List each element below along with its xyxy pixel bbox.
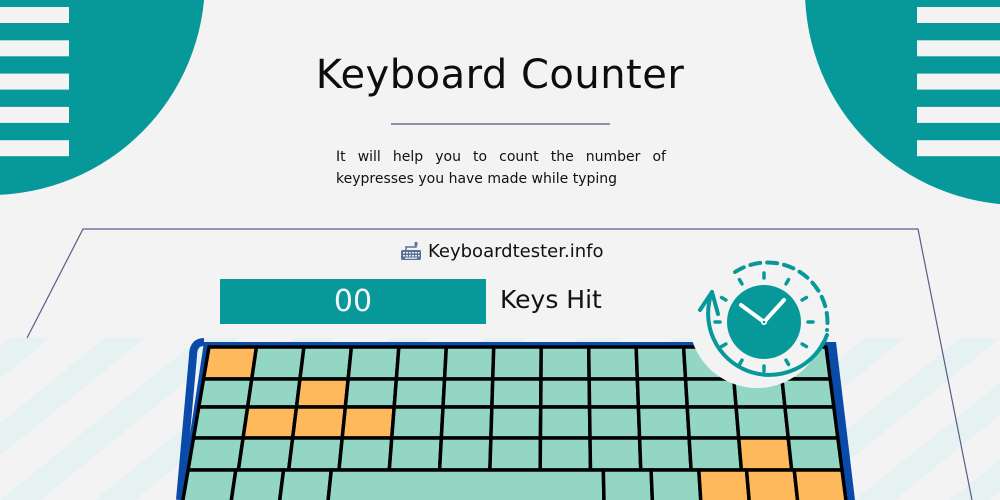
key	[538, 405, 592, 440]
key	[191, 405, 250, 440]
key	[250, 345, 306, 381]
key	[286, 436, 344, 472]
brand[interactable]: Keyboardtester.info	[400, 238, 603, 264]
keyboard-icon	[400, 241, 422, 261]
key	[392, 377, 447, 409]
key	[181, 468, 238, 500]
key-highlighted	[290, 405, 348, 440]
key	[490, 377, 543, 409]
title-divider	[391, 123, 610, 125]
key	[687, 436, 744, 472]
key-highlighted	[201, 345, 259, 381]
key	[441, 377, 495, 409]
key	[783, 405, 840, 440]
key	[186, 436, 245, 472]
key-highlighted	[792, 468, 848, 500]
description: It will help you to count the number of …	[336, 149, 666, 187]
key	[390, 405, 445, 440]
key	[649, 468, 703, 500]
key	[587, 405, 642, 440]
key	[491, 345, 543, 381]
brand-label: Keyboardtester.info	[428, 240, 604, 262]
key	[601, 468, 655, 500]
key	[538, 377, 592, 409]
corner-circle-left	[0, 0, 205, 195]
key	[343, 377, 399, 409]
key	[277, 468, 334, 500]
key	[439, 405, 494, 440]
key	[394, 345, 449, 381]
key-highlighted	[294, 377, 350, 409]
key	[683, 377, 738, 409]
page-title: Keyboard Counter	[315, 52, 685, 98]
key	[236, 436, 295, 472]
banner: Keyboard Counter It will help you to cou…	[0, 0, 1000, 500]
key	[539, 345, 591, 381]
key	[488, 436, 543, 472]
key	[326, 468, 606, 500]
key	[387, 436, 444, 472]
key	[786, 436, 844, 472]
key	[586, 345, 640, 381]
key	[437, 436, 493, 472]
key	[245, 377, 302, 409]
key-counter-value: 00	[220, 279, 486, 324]
key-highlighted	[340, 405, 396, 440]
keys-hit-label: Keys Hit	[500, 285, 602, 314]
key	[734, 405, 791, 440]
key	[685, 405, 741, 440]
key	[442, 345, 496, 381]
key-highlighted	[697, 468, 751, 500]
key	[634, 345, 688, 381]
key	[298, 345, 354, 381]
key-highlighted	[736, 436, 794, 472]
key	[636, 405, 691, 440]
key	[635, 377, 690, 409]
key	[588, 436, 643, 472]
key-highlighted	[241, 405, 299, 440]
key-highlighted	[744, 468, 800, 500]
key	[489, 405, 543, 440]
key	[337, 436, 394, 472]
corner-circle-right	[805, 0, 1000, 205]
key	[538, 436, 593, 472]
key	[197, 377, 254, 409]
key	[587, 377, 641, 409]
key	[229, 468, 286, 500]
key	[637, 436, 693, 472]
key	[780, 377, 836, 409]
key	[346, 345, 401, 381]
